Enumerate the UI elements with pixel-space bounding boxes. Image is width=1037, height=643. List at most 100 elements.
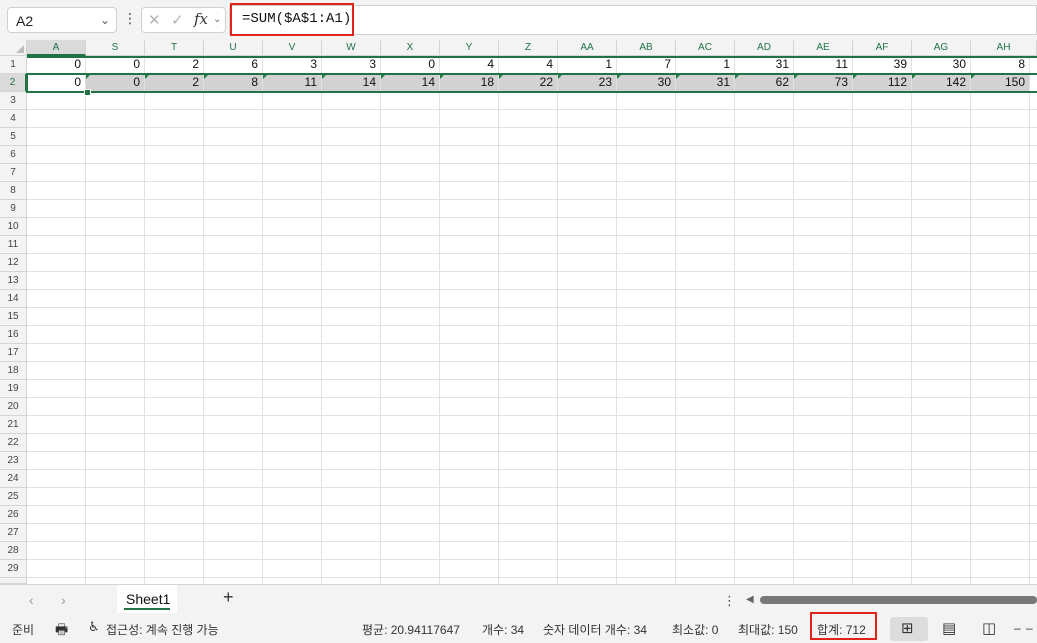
cell[interactable]: 8 — [971, 56, 1029, 73]
status-accessibility[interactable]: 접근성: 계속 진행 가능 — [106, 621, 219, 638]
column-header[interactable]: AD — [735, 40, 794, 56]
row-header[interactable]: 21 — [0, 416, 27, 434]
cell[interactable]: 7 — [617, 56, 675, 73]
grid-row-line — [27, 361, 1037, 362]
cell[interactable]: 0 — [381, 56, 439, 73]
row-header[interactable]: 8 — [0, 182, 27, 200]
normal-view-icon: ⊞ — [901, 620, 914, 637]
row-header[interactable]: 20 — [0, 398, 27, 416]
column-header[interactable]: AC — [676, 40, 735, 56]
row-header[interactable]: 25 — [0, 488, 27, 506]
cell[interactable]: 3 — [322, 56, 380, 73]
row-header[interactable]: 27 — [0, 524, 27, 542]
tabs-more-icon[interactable]: ⋮ — [723, 593, 736, 609]
row-header[interactable]: 12 — [0, 254, 27, 272]
cell[interactable]: 11 — [794, 56, 852, 73]
row-header[interactable]: 22 — [0, 434, 27, 452]
column-header[interactable]: AG — [912, 40, 971, 56]
row-header[interactable]: 5 — [0, 128, 27, 146]
row-header[interactable]: 3 — [0, 92, 27, 110]
prev-sheet-icon[interactable]: ‹ — [29, 592, 34, 608]
row-header[interactable]: 9 — [0, 200, 27, 218]
status-numeric-count[interactable]: 숫자 데이터 개수: 34 — [543, 621, 647, 638]
status-min[interactable]: 최소값: 0 — [672, 621, 718, 638]
cell[interactable]: 31 — [735, 56, 793, 73]
row-header[interactable]: 23 — [0, 452, 27, 470]
row-header[interactable]: 17 — [0, 344, 27, 362]
row-header[interactable]: 2 — [0, 74, 27, 92]
fill-handle[interactable] — [84, 89, 91, 96]
macro-record-icon[interactable]: 🖶 — [55, 619, 68, 643]
column-header[interactable]: V — [263, 40, 322, 56]
cell[interactable]: 30 — [912, 56, 970, 73]
grid-row-line — [27, 379, 1037, 380]
cell[interactable]: 6 — [204, 56, 262, 73]
fx-dropdown-icon[interactable]: ⌄ — [213, 14, 221, 25]
row-header[interactable]: 24 — [0, 470, 27, 488]
grid-row-line — [27, 271, 1037, 272]
row-header[interactable]: 29 — [0, 560, 27, 578]
grid-row-line — [27, 487, 1037, 488]
zoom-out-icon[interactable]: – — [1014, 621, 1021, 635]
row-header[interactable]: 26 — [0, 506, 27, 524]
row-header[interactable]: 28 — [0, 542, 27, 560]
cell[interactable]: 39 — [853, 56, 911, 73]
name-box[interactable]: A2 ⌄ — [7, 7, 117, 33]
column-header[interactable]: U — [204, 40, 263, 56]
row-header[interactable]: 1 — [0, 56, 27, 74]
page-break-view-icon[interactable]: ◫ — [982, 619, 996, 637]
select-all-corner[interactable] — [0, 40, 27, 56]
cell[interactable]: 4 — [499, 56, 557, 73]
cell[interactable]: 0 — [27, 56, 85, 73]
row-header[interactable]: 15 — [0, 308, 27, 326]
row-header[interactable]: 7 — [0, 164, 27, 182]
column-header[interactable]: Z — [499, 40, 558, 56]
insert-function-icon[interactable]: fx — [194, 10, 208, 28]
column-header[interactable]: AF — [853, 40, 912, 56]
column-header[interactable]: Y — [440, 40, 499, 56]
zoom-slider[interactable]: – — [1026, 621, 1033, 635]
accessibility-icon[interactable]: ♿ — [88, 619, 100, 635]
cell[interactable]: 1 — [676, 56, 734, 73]
next-sheet-icon[interactable]: › — [61, 592, 66, 608]
cell-value: 8 — [1018, 57, 1025, 71]
status-count[interactable]: 개수: 34 — [482, 621, 524, 638]
add-sheet-button[interactable]: + — [223, 587, 234, 608]
row-header[interactable]: 16 — [0, 326, 27, 344]
column-header[interactable]: AA — [558, 40, 617, 56]
column-header[interactable]: AE — [794, 40, 853, 56]
name-box-dropdown-icon[interactable]: ⌄ — [100, 13, 110, 27]
selection-outline — [26, 73, 1037, 93]
formula-bar-more-icon[interactable]: ⋮ — [123, 10, 137, 27]
page-layout-view-icon[interactable]: ▤ — [942, 619, 956, 637]
cell[interactable]: 4 — [440, 56, 498, 73]
row-header[interactable]: 14 — [0, 290, 27, 308]
column-header[interactable]: S — [86, 40, 145, 56]
cell[interactable]: 1 — [558, 56, 616, 73]
column-header[interactable]: W — [322, 40, 381, 56]
row-header[interactable]: 10 — [0, 218, 27, 236]
sheet-tab-underline — [124, 608, 170, 610]
column-header[interactable]: AB — [617, 40, 676, 56]
grid-row-line — [27, 559, 1037, 560]
column-header[interactable]: T — [145, 40, 204, 56]
row-header[interactable]: 11 — [0, 236, 27, 254]
cell[interactable]: 2 — [145, 56, 203, 73]
row-header[interactable]: 6 — [0, 146, 27, 164]
status-max[interactable]: 최대값: 150 — [738, 621, 798, 638]
cell[interactable]: 3 — [263, 56, 321, 73]
column-header[interactable]: AH — [971, 40, 1037, 56]
row-header[interactable]: 18 — [0, 362, 27, 380]
cancel-icon[interactable]: ✕ — [148, 11, 161, 29]
row-header[interactable]: 4 — [0, 110, 27, 128]
scroll-left-icon[interactable]: ◀ — [746, 594, 754, 605]
cell[interactable]: 0 — [86, 56, 144, 73]
row-header[interactable]: 19 — [0, 380, 27, 398]
row-header[interactable]: 13 — [0, 272, 27, 290]
status-average[interactable]: 평균: 20.94117647 — [362, 621, 460, 638]
enter-icon[interactable]: ✓ — [171, 11, 184, 29]
column-header[interactable]: X — [381, 40, 440, 56]
column-header[interactable]: A — [27, 40, 86, 56]
grid-row-line — [27, 397, 1037, 398]
horizontal-scrollbar[interactable] — [760, 596, 1037, 604]
